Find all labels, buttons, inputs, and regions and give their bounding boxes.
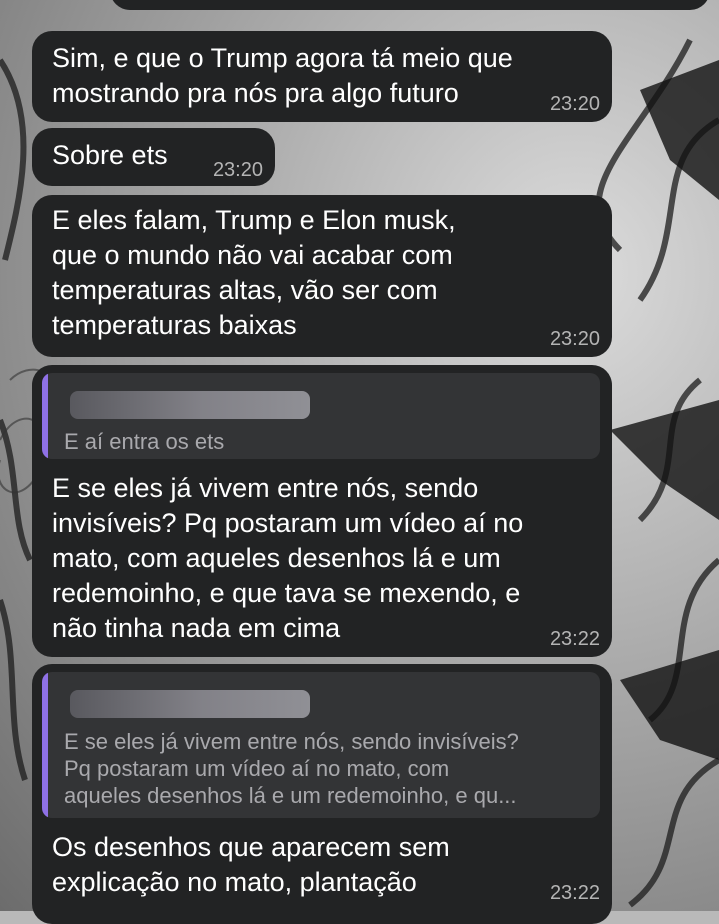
reply-author-redacted — [70, 690, 310, 718]
previous-message-bubble — [110, 0, 710, 10]
message-time: 23:20 — [212, 159, 263, 181]
reply-quote-text: E se eles já vivem entre nós, sendo invi… — [64, 729, 519, 808]
message-bubble[interactable]: Sobre ets 23:20 — [32, 128, 275, 186]
message-bubble[interactable]: Sim, e que o Trump agora tá meio que mos… — [32, 31, 612, 122]
message-text: Os desenhos que aparecem sem explicação … — [52, 832, 450, 897]
message-text: Sim, e que o Trump agora tá meio que mos… — [52, 43, 513, 108]
reply-preview[interactable]: E se eles já vivem entre nós, sendo invi… — [42, 672, 600, 818]
message-time: 23:20 — [549, 93, 600, 115]
message-bubble[interactable]: E aí entra os ets E se eles já vivem ent… — [32, 365, 612, 657]
chat-history[interactable]: Sim, e que o Trump agora tá meio que mos… — [0, 0, 719, 924]
message-time: 23:22 — [549, 882, 600, 904]
message-time: 23:22 — [549, 628, 600, 650]
message-time: 23:20 — [549, 328, 600, 350]
reply-author-redacted — [70, 391, 310, 419]
reply-quote-text: E aí entra os ets — [64, 429, 225, 454]
message-bubble[interactable]: E eles falam, Trump e Elon musk, que o m… — [32, 195, 612, 357]
reply-accent-bar — [42, 672, 48, 818]
message-text: Sobre ets — [52, 140, 168, 170]
message-text: E eles falam, Trump e Elon musk, que o m… — [52, 205, 456, 340]
reply-preview[interactable]: E aí entra os ets — [42, 373, 600, 459]
message-bubble[interactable]: E se eles já vivem entre nós, sendo invi… — [32, 664, 612, 924]
message-text: E se eles já vivem entre nós, sendo invi… — [52, 473, 524, 643]
reply-accent-bar — [42, 373, 48, 459]
